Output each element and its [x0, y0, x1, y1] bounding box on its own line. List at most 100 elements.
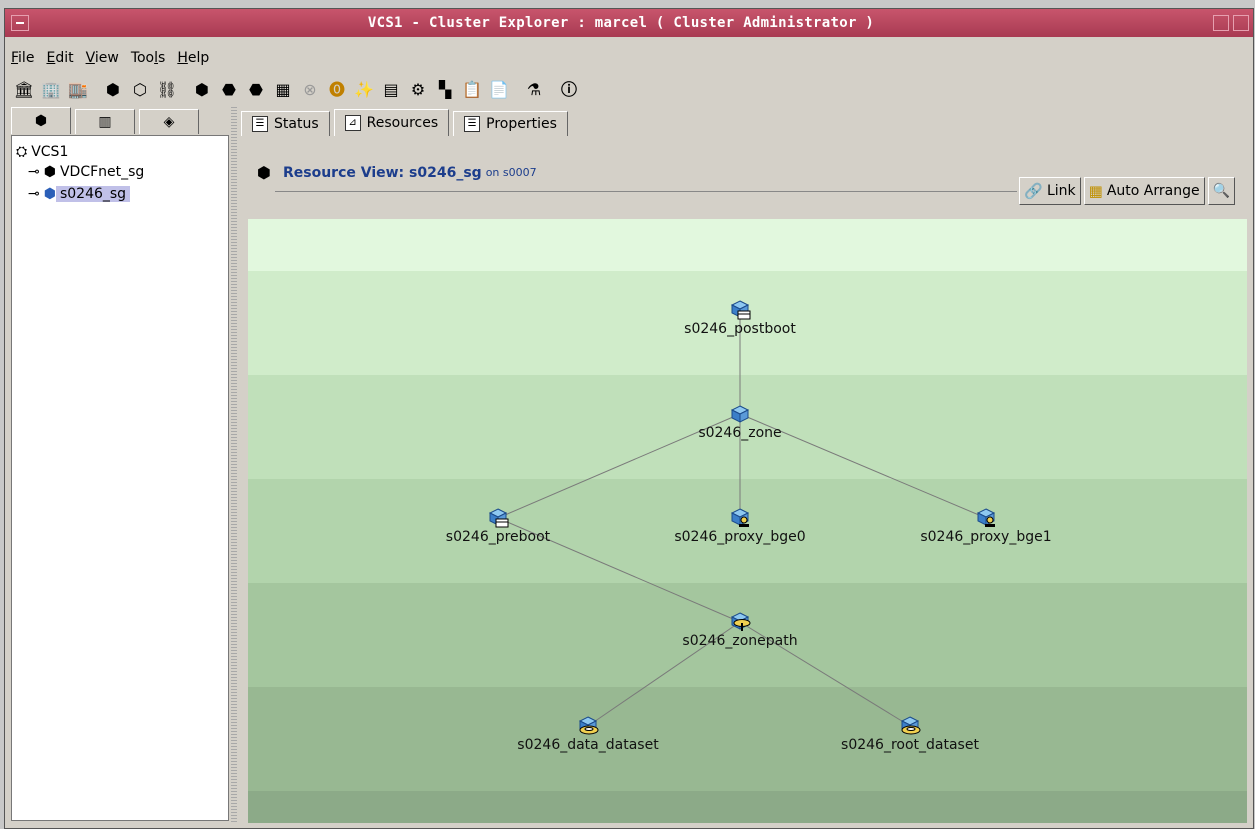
link-button[interactable]: 🔗 Link — [1019, 177, 1081, 205]
left-tab-strip: ⬢ ▥ ◈ — [11, 105, 229, 135]
systems-tab[interactable]: ▥ — [75, 109, 135, 134]
resource-graph-canvas[interactable]: s0246_postboot s0246_zone s0246_preboot … — [248, 219, 1247, 823]
command-icon[interactable]: ⚙ — [407, 79, 429, 101]
menu-bar: File Edit View Tools Help — [5, 47, 215, 69]
tab-properties-label: Properties — [486, 116, 557, 132]
manage-icon[interactable]: ⚗ — [523, 79, 545, 101]
resource-label: s0246_zonepath — [682, 633, 798, 649]
title-bar[interactable]: VCS1 - Cluster Explorer : marcel ( Clust… — [5, 9, 1253, 37]
window-menu-button[interactable] — [11, 15, 29, 31]
online-icon[interactable]: ⬣ — [218, 79, 240, 101]
auto-arrange-label: Auto Arrange — [1106, 183, 1200, 199]
proxy-resource-icon — [730, 508, 750, 527]
tab-status-label: Status — [274, 116, 319, 132]
resource-label: s0246_root_dataset — [841, 737, 979, 753]
menu-view[interactable]: View — [86, 50, 119, 66]
report-icon[interactable]: 📄 — [488, 79, 510, 101]
resource-label: s0246_zone — [698, 425, 782, 441]
query-icon[interactable]: ▤ — [380, 79, 402, 101]
tree-item-label: VDCFnet_sg — [59, 164, 145, 180]
service-group-icon: ⬢ — [43, 186, 56, 202]
add-resource-icon[interactable]: ⬡ — [129, 79, 151, 101]
resource-node-preboot[interactable]: s0246_preboot — [418, 507, 578, 545]
switch-icon[interactable]: ▦ — [272, 79, 294, 101]
resource-node-proxy-bge1[interactable]: s0246_proxy_bge1 — [906, 507, 1066, 545]
resource-node-postboot[interactable]: s0246_postboot — [660, 299, 820, 337]
menu-edit[interactable]: Edit — [46, 50, 73, 66]
view-tab-strip: ☰ Status ⊿ Resources ☰ Properties — [241, 105, 572, 136]
tree-root[interactable]: ⛭ VCS1 — [16, 142, 72, 162]
auto-arrange-button[interactable]: ▦ Auto Arrange — [1083, 177, 1205, 205]
add-system-icon[interactable]: 🏛 — [13, 79, 35, 101]
application-resource-icon — [488, 508, 509, 528]
resource-label: s0246_data_dataset — [517, 737, 659, 753]
resource-view-header: ⬢ Resource View: s0246_sg on s0007 — [257, 163, 537, 182]
tree-root-label: VCS1 — [31, 144, 69, 160]
view-actions: 🔗 Link ▦ Auto Arrange 🔍 — [1016, 177, 1235, 205]
resource-view-title: Resource View: s0246_sg — [282, 164, 482, 181]
systems-icon: ▥ — [98, 114, 112, 130]
proxy-resource-icon — [976, 508, 996, 527]
tree-item-label: s0246_sg — [55, 186, 131, 202]
service-group-icon: ⬢ — [257, 163, 271, 182]
remove-node-icon[interactable]: 🏬 — [67, 79, 89, 101]
alert-icon[interactable]: ⓿ — [326, 79, 348, 101]
service-groups-tab[interactable]: ⬢ — [11, 107, 71, 134]
header-divider — [275, 191, 1017, 192]
resource-types-tab[interactable]: ◈ — [139, 109, 199, 134]
status-tab-icon: ☰ — [252, 116, 268, 132]
maximize-button[interactable] — [1233, 15, 1249, 31]
link-icon: 🔗 — [1024, 182, 1043, 200]
mount-resource-icon — [730, 612, 751, 631]
resource-node-data-dataset[interactable]: s0246_data_dataset — [498, 715, 678, 753]
resource-label: s0246_proxy_bge1 — [920, 529, 1052, 545]
zoom-button[interactable]: 🔍 — [1207, 177, 1235, 205]
menu-file[interactable]: File — [11, 50, 34, 66]
menu-help[interactable]: Help — [177, 50, 209, 66]
right-panel: ☰ Status ⊿ Resources ☰ Properties ⬢ Resourc… — [237, 105, 1247, 823]
resource-label: s0246_postboot — [684, 321, 796, 337]
minimize-button[interactable] — [1213, 15, 1229, 31]
resource-label: s0246_proxy_bge0 — [674, 529, 806, 545]
window-title: VCS1 - Cluster Explorer : marcel ( Clust… — [367, 15, 875, 31]
tree-item-vdcfnet-sg[interactable]: ⊸ ⬢ VDCFnet_sg — [28, 162, 148, 182]
cluster-explorer-window: VCS1 - Cluster Explorer : marcel ( Clust… — [4, 8, 1254, 829]
template-icon[interactable]: ▚ — [434, 79, 456, 101]
menu-tools[interactable]: Tools — [131, 50, 166, 66]
group-icon[interactable]: ⬢ — [191, 79, 213, 101]
zone-resource-icon — [730, 405, 750, 423]
add-group-icon[interactable]: ⬢ — [102, 79, 124, 101]
left-panel: ⬢ ▥ ◈ ⛭ VCS1 ⊸ ⬢ VDCFnet_sg ⊸ ⬢ s0246_sg — [11, 105, 229, 821]
offline-icon[interactable]: ⬣ — [245, 79, 267, 101]
resources-tab-icon: ⊿ — [344, 115, 361, 131]
service-group-icon: ⬢ — [43, 164, 56, 180]
resource-node-zonepath[interactable]: s0246_zonepath — [660, 611, 820, 649]
dataset-resource-icon — [578, 716, 599, 735]
resource-node-root-dataset[interactable]: s0246_root_dataset — [820, 715, 1000, 753]
tab-resources-label: Resources — [366, 115, 439, 131]
link-button-label: Link — [1046, 183, 1076, 199]
resource-node-zone[interactable]: s0246_zone — [660, 403, 820, 441]
wizard-icon[interactable]: ✨ — [353, 79, 375, 101]
service-groups-icon: ⬢ — [34, 113, 48, 129]
resource-view-system: on s0007 — [485, 166, 537, 179]
disabled-icon[interactable]: ⊗ — [299, 79, 321, 101]
tab-properties[interactable]: ☰ Properties — [453, 111, 568, 136]
resource-node-proxy-bge0[interactable]: s0246_proxy_bge0 — [660, 507, 820, 545]
resource-types-icon: ◈ — [163, 114, 175, 130]
tab-status[interactable]: ☰ Status — [241, 111, 330, 136]
expand-handle-icon[interactable]: ⊸ — [28, 164, 40, 180]
expand-handle-icon[interactable]: ⊸ — [28, 186, 40, 202]
cluster-icon: ⛭ — [16, 144, 28, 160]
help-icon[interactable]: ⓘ — [558, 79, 580, 101]
group-tree: ⛭ VCS1 ⊸ ⬢ VDCFnet_sg ⊸ ⬢ s0246_sg — [11, 135, 229, 821]
auto-arrange-icon: ▦ — [1088, 182, 1103, 200]
log-icon[interactable]: 📋 — [461, 79, 483, 101]
properties-tab-icon: ☰ — [464, 116, 481, 132]
tab-resources[interactable]: ⊿ Resources — [333, 109, 450, 136]
tree-item-s0246-sg[interactable]: ⊸ ⬢ s0246_sg — [28, 184, 131, 204]
add-node-icon[interactable]: 🏢 — [40, 79, 62, 101]
application-resource-icon — [730, 300, 751, 320]
link-group-icon[interactable]: ⛓ — [156, 79, 178, 101]
magnifier-icon: 🔍 — [1212, 183, 1230, 199]
